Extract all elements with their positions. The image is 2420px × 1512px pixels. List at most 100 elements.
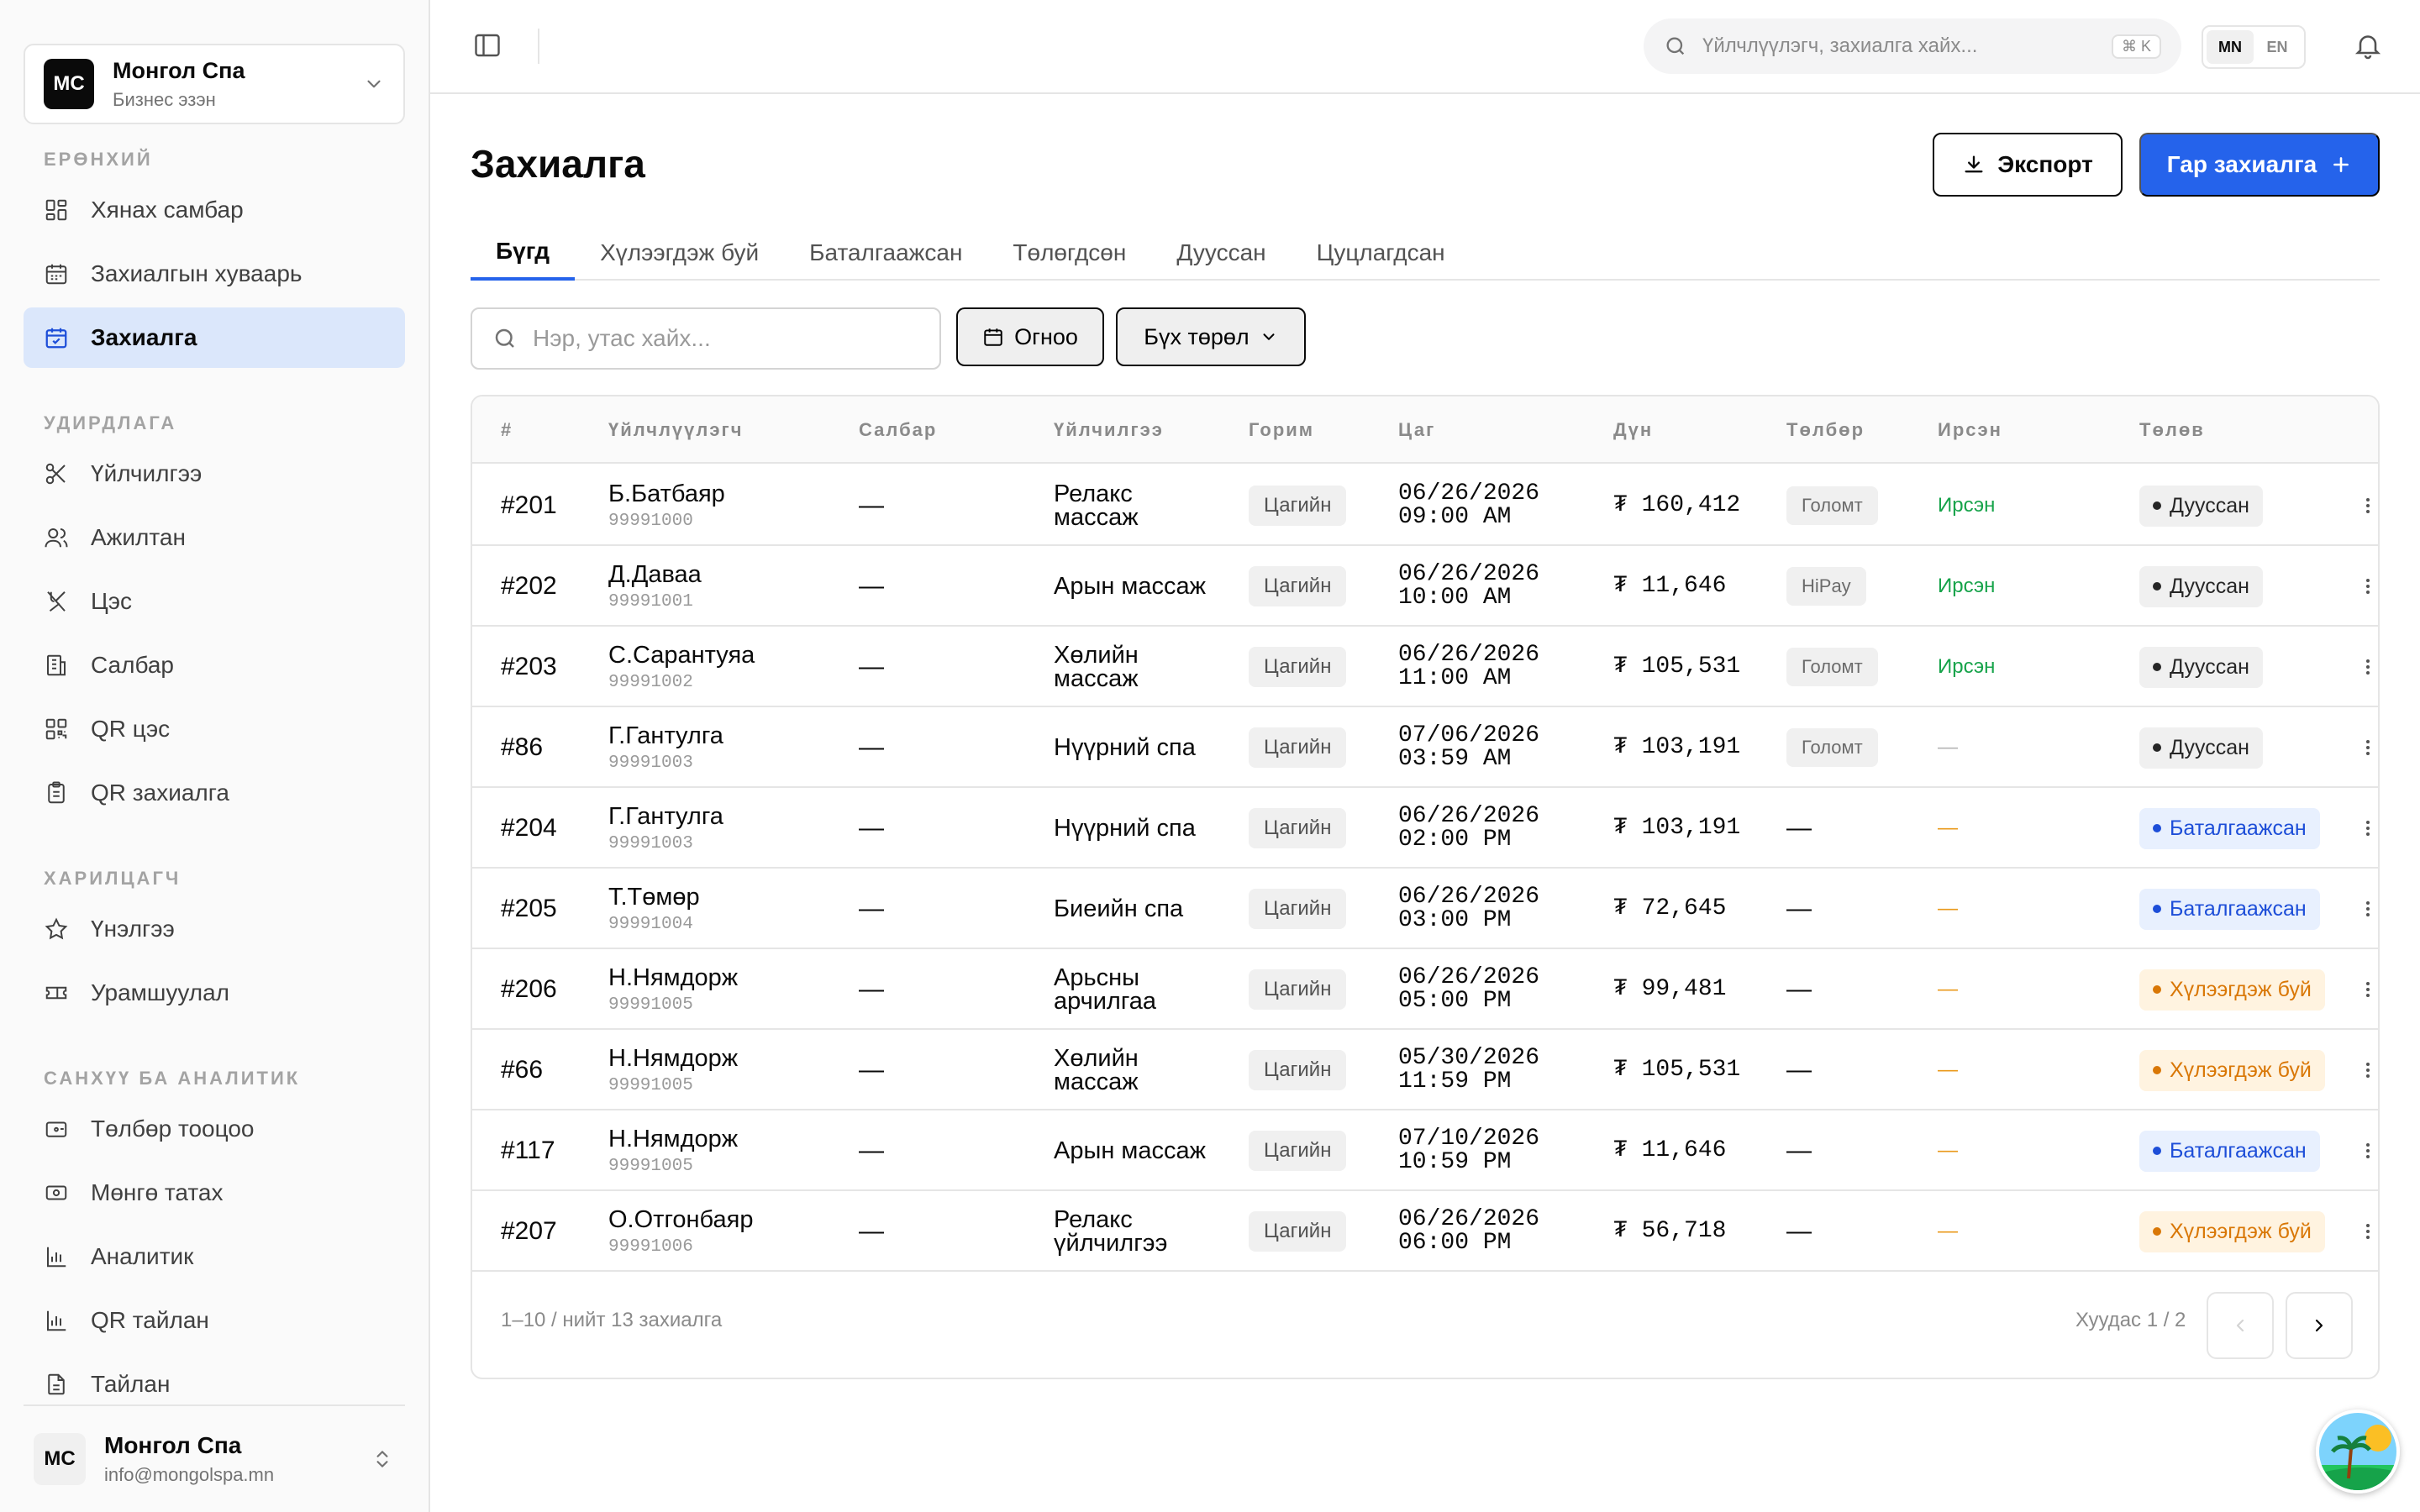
mode-cell: Цагийн xyxy=(1249,627,1347,707)
org-switcher[interactable]: МС Монгол Спа Бизнес эзэн xyxy=(24,44,405,124)
sidebar-item-qr-menu[interactable]: QR цэс xyxy=(24,699,405,759)
booking-date: 05/30/2026 xyxy=(1398,1045,1540,1071)
arrived-status: — xyxy=(1938,978,1958,1000)
tab-paid[interactable]: Төлөгдсөн xyxy=(987,225,1151,281)
booking-search[interactable] xyxy=(471,307,941,370)
sidebar-item-label: QR захиалга xyxy=(91,780,229,806)
booking-id[interactable]: #66 xyxy=(501,1030,543,1110)
sidebar-item-label: Мөнгө татах xyxy=(91,1179,224,1205)
lang-mn[interactable]: MN xyxy=(2207,30,2254,64)
language-toggle[interactable]: MN EN xyxy=(2202,25,2306,69)
date-filter-button[interactable]: Огноо xyxy=(956,307,1104,366)
type-filter-select[interactable]: Бүх төрөл xyxy=(1116,307,1306,366)
column-header: Төлбөр xyxy=(1786,419,1865,440)
booking-id[interactable]: #117 xyxy=(501,1110,555,1191)
more-vertical-icon xyxy=(2366,1063,2370,1078)
status-label: Дууссан xyxy=(2170,574,2249,598)
table-row[interactable]: #207 О.Отгонбаяр 99991006 — Релакс үйлчи… xyxy=(472,1191,2378,1272)
status-dot xyxy=(2153,1227,2161,1236)
lang-en[interactable]: EN xyxy=(2254,30,2301,64)
row-actions-button[interactable] xyxy=(2358,1110,2378,1191)
sidebar-toggle-icon[interactable] xyxy=(472,30,502,60)
sidebar-item-services[interactable]: Үйлчилгээ xyxy=(24,444,405,504)
customer-phone: 99991006 xyxy=(608,1237,693,1257)
status-cell: Баталгаажсан xyxy=(2139,788,2320,869)
sidebar-item-dashboard[interactable]: Хянах самбар xyxy=(24,180,405,240)
sidebar-item-bookings[interactable]: Захиалга xyxy=(24,307,405,368)
table-row[interactable]: #203 С.Сарантуяа 99991002 — Хөлийн масса… xyxy=(472,627,2378,707)
table-row[interactable]: #201 Б.Батбаяр 99991000 — Релакс массаж … xyxy=(472,465,2378,546)
table-row[interactable]: #86 Г.Гантулга 99991003 — Нүүрний спа Ца… xyxy=(472,707,2378,788)
service-name: Хөлийн массаж xyxy=(1054,1045,1139,1095)
sidebar-item-qr-report[interactable]: QR тайлан xyxy=(24,1290,405,1351)
status-dot xyxy=(2153,663,2161,671)
booking-id[interactable]: #205 xyxy=(501,869,557,949)
row-actions-button[interactable] xyxy=(2358,1030,2378,1110)
booking-id[interactable]: #203 xyxy=(501,627,557,707)
payment-method-badge: Голомт xyxy=(1786,486,1878,525)
mode-cell: Цагийн xyxy=(1249,869,1347,949)
prev-page-button[interactable] xyxy=(2207,1292,2274,1359)
row-actions-button[interactable] xyxy=(2358,949,2378,1030)
sidebar-item-schedule[interactable]: Захиалгын хуваарь xyxy=(24,244,405,304)
column-header: Цаг xyxy=(1398,419,1436,440)
user-menu[interactable]: МС Монгол Спа info@mongolspa.mn xyxy=(24,1404,405,1512)
row-actions-button[interactable] xyxy=(2358,788,2378,869)
table-row[interactable]: #202 Д.Даваа 99991001 — Арын массаж Цаги… xyxy=(472,546,2378,627)
assistant-avatar-button[interactable] xyxy=(2316,1410,2400,1494)
table-row[interactable]: #205 Т.Төмөр 99991004 — Биеийн спа Цагий… xyxy=(472,869,2378,949)
customer-name: Г.Гантулга xyxy=(608,803,723,830)
sidebar-item-promotions[interactable]: Урамшуулал xyxy=(24,963,405,1023)
sidebar-item-analytics[interactable]: Аналитик xyxy=(24,1226,405,1287)
booking-id[interactable]: #207 xyxy=(501,1191,557,1272)
row-actions-button[interactable] xyxy=(2358,707,2378,788)
row-actions-button[interactable] xyxy=(2358,465,2378,546)
sidebar-item-reviews[interactable]: Үнэлгээ xyxy=(24,899,405,959)
row-actions-button[interactable] xyxy=(2358,1191,2378,1272)
manual-booking-button[interactable]: Гар захиалга xyxy=(2139,133,2380,197)
booking-id[interactable]: #204 xyxy=(501,788,557,869)
status-cell: Хүлээгдэж буй xyxy=(2139,949,2325,1030)
more-vertical-icon xyxy=(2366,1143,2370,1158)
sidebar-item-branches[interactable]: Салбар xyxy=(24,635,405,696)
sidebar-item-menu[interactable]: Цэс xyxy=(24,571,405,632)
tab-confirmed[interactable]: Баталгаажсан xyxy=(784,225,987,281)
booking-id[interactable]: #202 xyxy=(501,546,557,627)
nav-group-title: Санхүү ба аналитик xyxy=(44,1068,301,1089)
arrived-status: — xyxy=(1938,1220,1958,1242)
row-actions-button[interactable] xyxy=(2358,546,2378,627)
amount: ₮ 56,718 xyxy=(1613,1218,1727,1244)
search-shortcut: ⌘ K xyxy=(2111,34,2161,59)
export-button[interactable]: Экспорт xyxy=(1933,133,2123,197)
time-cell: 06/26/2026 06:00 PM xyxy=(1398,1191,1600,1272)
booking-id[interactable]: #86 xyxy=(501,707,543,788)
booking-search-input[interactable] xyxy=(533,325,919,352)
chevron-down-icon xyxy=(1263,333,1275,340)
table-row[interactable]: #204 Г.Гантулга 99991003 — Нүүрний спа Ц… xyxy=(472,788,2378,869)
next-page-button[interactable] xyxy=(2286,1292,2353,1359)
tab-cancelled[interactable]: Цуцлагдсан xyxy=(1292,225,1470,281)
tab-pending[interactable]: Хүлээгдэж буй xyxy=(575,225,784,281)
sidebar-item-qr-orders[interactable]: QR захиалга xyxy=(24,763,405,823)
bell-icon[interactable] xyxy=(2353,30,2383,60)
mode-badge: Цагийн xyxy=(1249,1050,1347,1090)
row-actions-button[interactable] xyxy=(2358,627,2378,707)
status-cell: Дууссан xyxy=(2139,707,2263,788)
tab-all[interactable]: Бүгд xyxy=(471,225,576,281)
table-row[interactable]: #206 Н.Нямдорж 99991005 — Арьсны арчилга… xyxy=(472,949,2378,1030)
global-search[interactable]: ⌘ K xyxy=(1644,18,2181,74)
status-badge: Баталгаажсан xyxy=(2139,1130,2320,1172)
booking-id[interactable]: #206 xyxy=(501,949,557,1030)
org-logo: МС xyxy=(44,59,94,109)
sidebar-item-staff[interactable]: Ажилтан xyxy=(24,507,405,568)
row-actions-button[interactable] xyxy=(2358,869,2378,949)
customer-phone: 99991005 xyxy=(608,1157,693,1176)
tab-completed[interactable]: Дууссан xyxy=(1151,225,1291,281)
table-row[interactable]: #117 Н.Нямдорж 99991005 — Арын массаж Ца… xyxy=(472,1110,2378,1191)
table-row[interactable]: #66 Н.Нямдорж 99991005 — Хөлийн массаж Ц… xyxy=(472,1030,2378,1110)
status-label: Хүлээгдэж буй xyxy=(2170,1219,2312,1243)
global-search-input[interactable] xyxy=(1702,34,2112,58)
sidebar-item-payments[interactable]: Төлбөр тооцоо xyxy=(24,1099,405,1159)
sidebar-item-withdraw[interactable]: Мөнгө татах xyxy=(24,1163,405,1223)
booking-id[interactable]: #201 xyxy=(501,465,557,546)
